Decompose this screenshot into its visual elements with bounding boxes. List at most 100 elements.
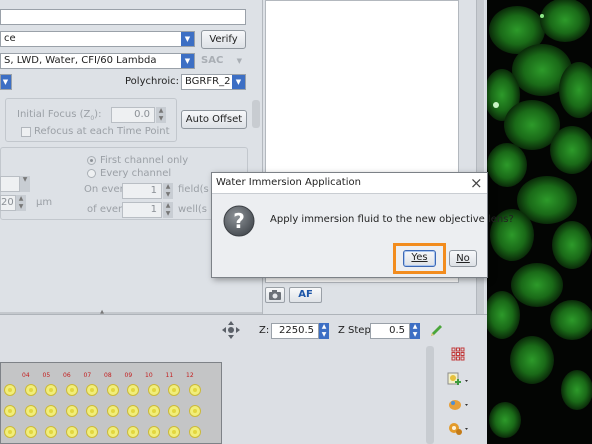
plate-well[interactable] [127,426,139,438]
no-button[interactable]: No [449,250,477,267]
polychroic-value: BGRFR_2 [185,76,231,87]
mode-combo[interactable] [0,176,20,192]
optical-config-combo[interactable]: ce ▼ [0,31,195,47]
plate-well[interactable] [4,384,16,396]
plate-well[interactable] [168,426,180,438]
chevron-down-icon: ▼ [20,176,30,192]
dialog-title: Water Immersion Application [216,177,361,188]
dialog-titlebar[interactable]: Water Immersion Application × [212,173,487,194]
um-input[interactable]: 20 [0,195,16,211]
plate-column-label: 05 [42,372,51,379]
add-point-icon[interactable] [447,372,469,388]
every-channel-radio[interactable] [87,169,96,178]
stage-move-icon[interactable] [222,321,240,339]
sac-combo[interactable]: SAC ▼ [201,53,246,69]
spinner-arrows-icon[interactable]: ▲ ▼ [16,195,26,211]
plate-well[interactable] [45,384,57,396]
plate-well[interactable] [168,384,180,396]
scrollbar-thumb[interactable] [252,100,260,128]
snapshot-button[interactable] [265,287,285,303]
on-every-input[interactable]: 1 [122,183,162,199]
plate-well[interactable] [65,426,78,438]
close-icon[interactable]: × [470,174,483,192]
plate-well[interactable] [106,405,119,417]
pencil-icon[interactable] [428,323,444,339]
chevron-down-icon: ▼ [236,57,242,65]
refocus-label: Refocus at each Time Point [34,126,170,137]
spinner-arrows-icon[interactable]: ▲ ▼ [163,202,173,218]
plate-well[interactable] [147,426,160,438]
optical-config-value: ce [4,33,16,44]
plate-well[interactable] [188,384,201,396]
plate-well[interactable] [86,405,98,417]
objective-combo[interactable]: S, LWD, Water, CFI/60 Lambda ▼ [0,53,195,69]
plate-well[interactable] [24,405,37,417]
name-field[interactable] [0,9,246,25]
spinner-arrows-icon[interactable]: ▲ ▼ [163,183,173,199]
plate-column-label: 11 [165,372,174,379]
plate-well[interactable] [127,405,139,417]
initial-focus-input[interactable]: 0.0 [111,107,155,123]
z-step-label: Z Step: [338,325,375,336]
question-icon: ? [223,205,255,237]
verify-button[interactable]: Verify [201,30,246,49]
camera-icon [269,290,281,300]
plate-well[interactable] [188,426,201,438]
spinner-arrows-icon[interactable]: ▲ ▼ [156,107,166,123]
plate-well[interactable] [24,384,37,396]
plate-well[interactable] [65,384,78,396]
plate-well[interactable] [4,405,16,417]
initial-focus-label: Initial Focus (Z0): [17,109,102,122]
plate-well[interactable] [24,426,37,438]
plate-well[interactable] [106,426,119,438]
first-channel-radio[interactable] [87,156,96,165]
plate-well[interactable] [45,426,57,438]
sac-label: SAC [201,55,224,66]
polychroic-combo[interactable]: BGRFR_2 ▼ [181,74,246,90]
spinner-arrows-icon[interactable]: ▲ ▼ [410,323,420,339]
plate-scrollbar[interactable] [426,346,434,444]
grid-icon[interactable] [451,347,465,361]
points-menu-icon[interactable] [447,397,469,413]
plate-well[interactable] [127,384,139,396]
first-channel-label: First channel only [100,155,189,166]
plate-well[interactable] [86,384,98,396]
plate-well[interactable] [4,426,16,438]
of-every-input[interactable]: 1 [122,202,162,218]
plate-column-label: 07 [83,372,92,379]
autofocus-button[interactable]: AF [289,287,322,303]
z-step-input[interactable]: 0.5 [370,323,410,339]
plate-well[interactable] [45,405,57,417]
dialog-message: Apply immersion fluid to the new objecti… [270,214,514,225]
every-channel-label: Every channel [100,168,172,179]
chevron-down-icon: ▼ [181,32,194,46]
plate-well[interactable] [86,426,98,438]
z-position-input[interactable]: 2250.5 [271,323,319,339]
z-label: Z: [259,325,270,336]
plate-well[interactable] [106,384,119,396]
plate-column-label: 04 [22,372,30,379]
refocus-checkbox[interactable] [21,127,31,137]
plate-column-label: 08 [104,372,112,379]
plate-well[interactable] [188,405,201,417]
yes-button[interactable]: Yes [403,250,436,267]
chevron-down-icon: ▼ [181,54,194,68]
spinner-arrows-icon[interactable]: ▲ ▼ [319,323,329,339]
plate-well[interactable] [147,405,160,417]
wells-label: well(s [178,204,207,215]
plate-well[interactable] [65,405,78,417]
fields-label: field(s [178,184,209,195]
plate-column-label: 09 [124,372,133,379]
objective-value: S, LWD, Water, CFI/60 Lambda [4,55,157,66]
plate-well[interactable] [168,405,180,417]
plate-column-label: 10 [145,372,153,379]
filter-combo[interactable]: ▼ [0,74,12,90]
settings-gear-icon[interactable] [447,420,469,436]
auto-offset-button[interactable]: Auto Offset [181,110,247,129]
plate-column-label: 12 [186,372,194,379]
water-immersion-dialog: Water Immersion Application × ? Apply im… [211,172,514,278]
svg-text:?: ? [233,209,245,233]
polychroic-label: Polychroic: [125,76,179,87]
chevron-down-icon: ▼ [1,75,11,89]
plate-well[interactable] [147,384,160,396]
